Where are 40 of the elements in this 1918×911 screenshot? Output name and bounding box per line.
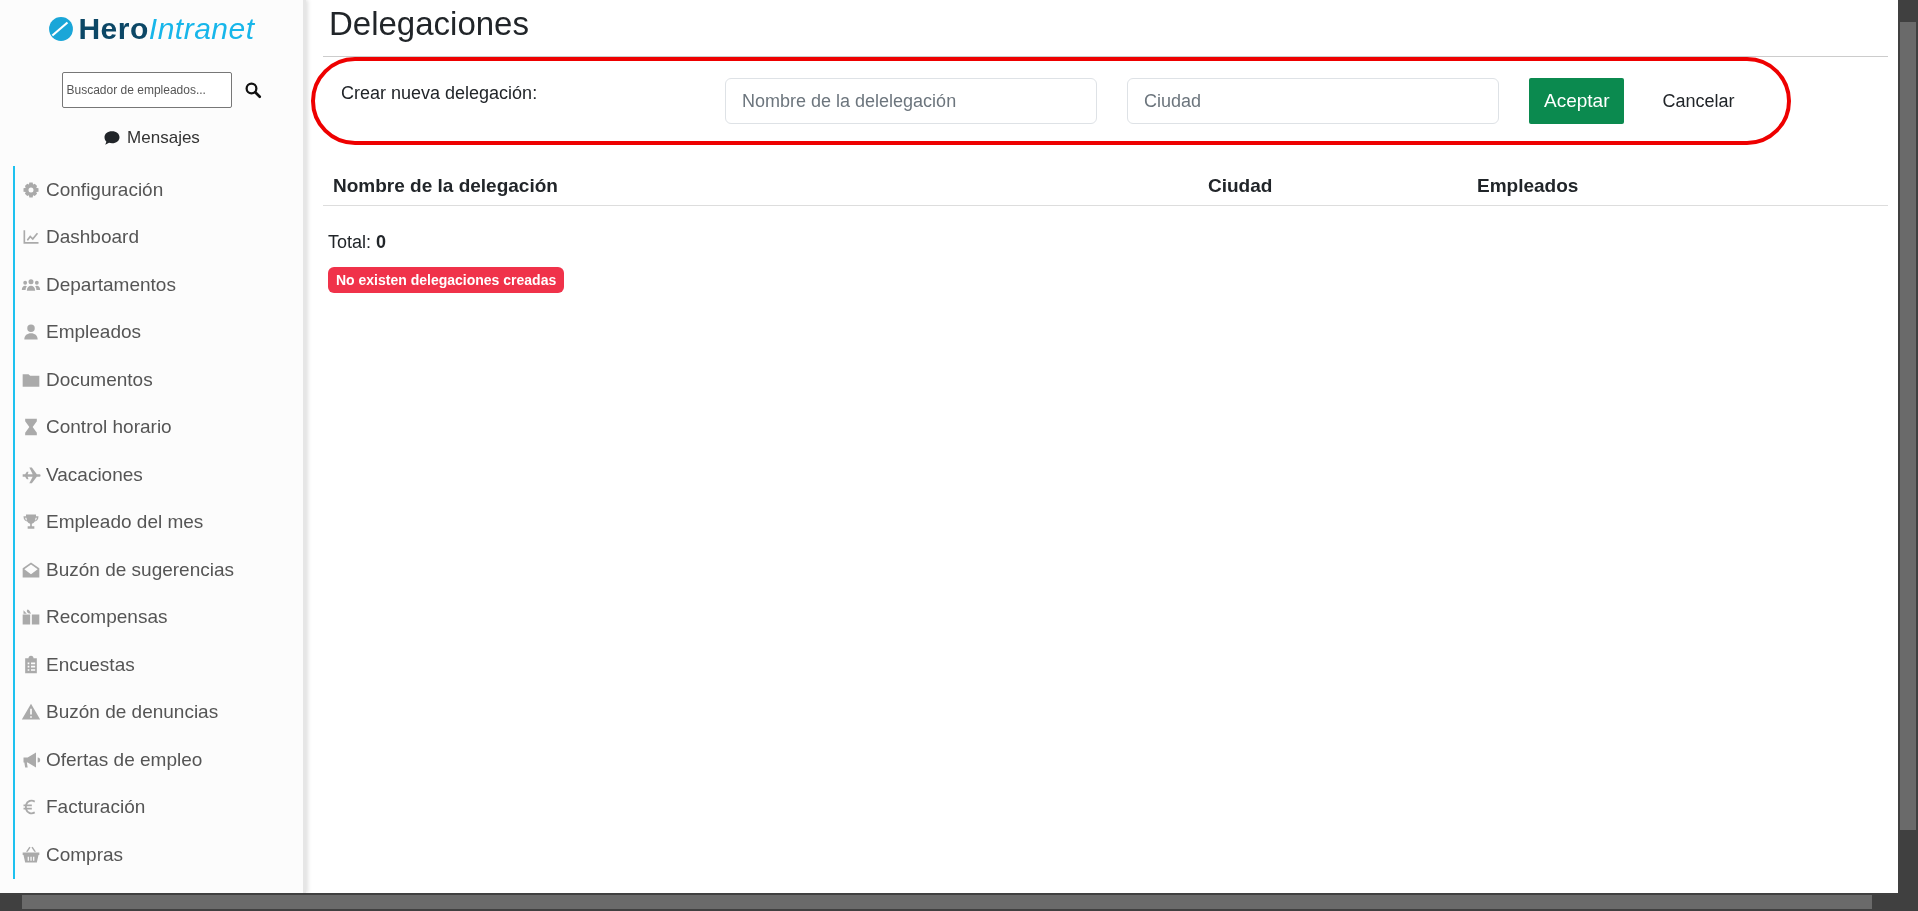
column-header: Nombre de la delegación [333,175,559,197]
total-value: 0 [376,232,387,253]
empty-badge: No existen delegaciones creadas [328,267,565,293]
sidebar-item[interactable]: Buzón de sugerencias [13,546,303,594]
total-label: Total: [328,232,372,253]
warning-icon [21,702,41,723]
cancel-button[interactable]: Cancelar [1624,78,1773,124]
sidebar-item[interactable]: Documentos [13,356,303,404]
search-field[interactable]: Buscador de empleados... [61,72,232,108]
messages-label: Mensajes [127,128,200,148]
sidebar-item[interactable]: Empleados [13,308,303,356]
vertical-scrollbar[interactable] [1898,0,1918,893]
user-icon [21,322,41,343]
search-icon[interactable] [243,81,262,99]
logo-hero: Hero [78,12,149,46]
sidebar-item[interactable]: Dashboard [13,213,303,261]
name-field[interactable]: Nombre de la delelegación [725,78,1097,124]
city-field[interactable]: Ciudad [1127,78,1499,124]
sidebar-item[interactable]: Empleado del mes [13,498,303,546]
speech-bubble-icon [103,129,122,147]
column-header: Ciudad [1208,175,1274,197]
sidebar-item[interactable]: Ofertas de empleo [13,736,303,784]
sidebar-item[interactable]: Recompensas [13,593,303,641]
logo-icon [48,16,75,42]
form-label: Crear nueva delegación: [341,83,539,104]
horizontal-scrollbar[interactable] [0,893,1918,911]
sidebar-item[interactable]: Buzón de denuncias [13,688,303,736]
sidebar-item[interactable]: Compras [13,831,303,879]
column-header: Empleados [1477,175,1579,197]
basket-icon [21,844,41,865]
sidebar-item[interactable]: Control horario [13,403,303,451]
accept-button[interactable]: Aceptar [1529,78,1625,124]
sidebar-item[interactable]: Facturación [13,783,303,831]
sidebar-item[interactable]: Departamentos [13,261,303,309]
sidebar-item[interactable]: Configuración [13,166,303,214]
sidebar-item[interactable]: Vacaciones [13,451,303,499]
sidebar-item[interactable]: Encuestas [13,641,303,689]
logo-intranet: Intranet [148,12,255,46]
messages-link[interactable]: Mensajes [103,128,200,148]
page-title: Delegaciones [323,0,1888,57]
